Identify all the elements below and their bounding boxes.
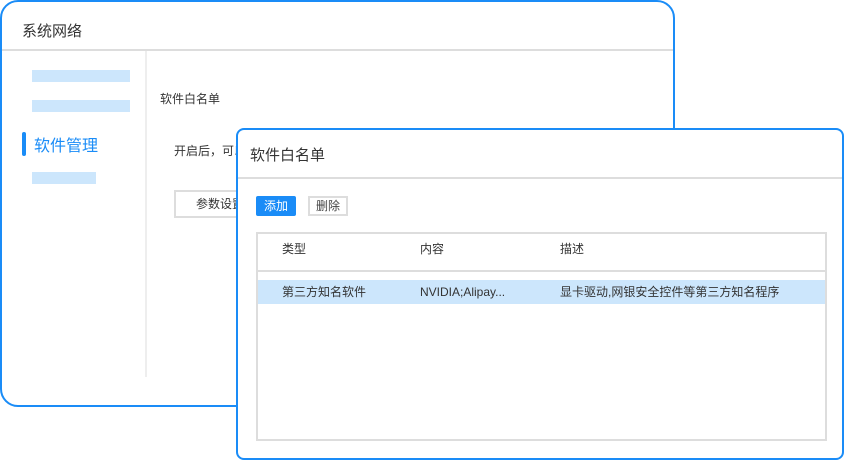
sidebar-item-placeholder[interactable]: [32, 100, 130, 112]
whitelist-dialog: 软件白名单 添加 删除 类型 内容 描述 第三方知名软件 NVIDIA;Alip…: [236, 128, 844, 460]
cell-type: 第三方知名软件: [282, 285, 367, 299]
column-header-type: 类型: [282, 242, 307, 256]
sidebar-item-placeholder[interactable]: [32, 70, 130, 82]
cell-description: 显卡驱动,网银安全控件等第三方知名程序: [560, 285, 780, 299]
sidebar-item-software-management[interactable]: 软件管理: [22, 132, 98, 156]
table-header: 类型 内容 描述: [258, 234, 825, 272]
divider: [145, 51, 147, 377]
add-button[interactable]: 添加: [256, 196, 296, 216]
table-row[interactable]: 第三方知名软件 NVIDIA;Alipay... 显卡驱动,网银安全控件等第三方…: [258, 280, 825, 304]
active-indicator: [22, 132, 26, 156]
dialog-title: 软件白名单: [250, 147, 326, 164]
sidebar-item-label: 软件管理: [34, 138, 99, 155]
sidebar-item-placeholder[interactable]: [32, 172, 96, 184]
divider: [238, 177, 842, 179]
section-title: 软件白名单: [160, 92, 221, 106]
delete-button[interactable]: 删除: [308, 196, 348, 216]
column-header-content: 内容: [420, 242, 445, 256]
whitelist-table: 类型 内容 描述 第三方知名软件 NVIDIA;Alipay... 显卡驱动,网…: [256, 232, 827, 441]
cell-content: NVIDIA;Alipay...: [420, 285, 506, 299]
column-header-description: 描述: [560, 242, 585, 256]
window-title: 系统网络: [22, 23, 83, 40]
divider: [2, 49, 673, 51]
